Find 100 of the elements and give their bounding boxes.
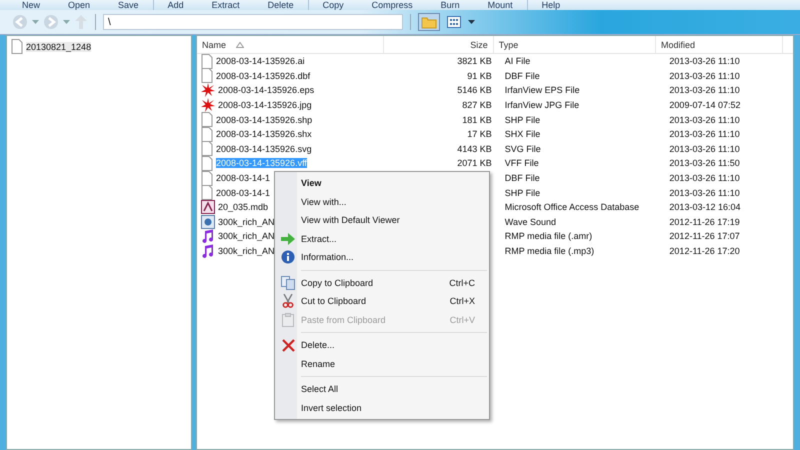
file-icon bbox=[201, 126, 213, 142]
file-type: IrfanView JPG File bbox=[504, 100, 580, 110]
file-modified: 2013-03-26 11:10 bbox=[669, 85, 740, 96]
file-type: DBF File bbox=[504, 173, 540, 184]
file-size: 17 KB bbox=[467, 129, 492, 140]
file-modified: 2013-03-26 11:10 bbox=[669, 144, 740, 154]
audio-file-icon bbox=[201, 214, 215, 229]
sort-arrow-icon bbox=[236, 42, 244, 48]
file-name[interactable]: 2008-03-14-135926.shp bbox=[216, 114, 312, 125]
file-modified: 2013-03-26 11:10 bbox=[669, 114, 740, 125]
file-name[interactable]: 2008-03-14-135926.dbf bbox=[216, 70, 310, 81]
forward-icon[interactable] bbox=[43, 14, 59, 30]
delete-icon bbox=[282, 338, 294, 352]
address-field[interactable]: \ bbox=[103, 14, 403, 30]
file-name[interactable]: 20_035.mdb bbox=[218, 202, 268, 212]
file-size: 3821 KB bbox=[457, 56, 492, 66]
folder-view-button[interactable] bbox=[418, 13, 440, 31]
menu-item[interactable]: View with Default Viewer bbox=[277, 211, 487, 230]
file-icon bbox=[201, 54, 213, 69]
file-modified: 2009-07-14 07:52 bbox=[669, 100, 740, 110]
file-size: 2071 KB bbox=[457, 158, 492, 168]
file-icon bbox=[201, 156, 213, 171]
file-icon bbox=[201, 185, 213, 200]
back-icon[interactable] bbox=[12, 14, 28, 30]
file-type: AI File bbox=[504, 56, 530, 66]
file-name[interactable]: 2008-03-14-1 bbox=[216, 188, 270, 198]
info-icon bbox=[281, 250, 295, 264]
file-name[interactable]: 2008-03-14-135926.svg bbox=[216, 144, 312, 154]
file-icon bbox=[201, 68, 213, 84]
file-type: VFF File bbox=[504, 158, 539, 168]
file-size: 181 KB bbox=[462, 114, 492, 125]
ribbon-button[interactable]: Copy bbox=[308, 0, 358, 10]
dropdown-arrow-icon[interactable] bbox=[468, 20, 475, 24]
column-header[interactable]: Name bbox=[197, 36, 384, 53]
ribbon-button[interactable]: Mount bbox=[474, 0, 527, 10]
menu-item[interactable]: Extract... bbox=[277, 230, 487, 248]
clipboard-icon bbox=[282, 312, 294, 327]
ribbon-button[interactable]: Delete bbox=[254, 0, 308, 10]
file-type: SHP File bbox=[504, 114, 540, 125]
ribbon-button[interactable]: Extract bbox=[198, 0, 254, 10]
menu-item[interactable]: View bbox=[277, 174, 487, 192]
file-name[interactable]: 2008-03-14-135926.ai bbox=[216, 56, 305, 66]
menu-item[interactable]: Cut to Clipboard Ctrl+X bbox=[277, 292, 487, 310]
ribbon-button[interactable]: Save bbox=[104, 0, 153, 10]
ribbon-button[interactable]: Compress bbox=[358, 0, 427, 10]
file-modified: 2013-03-26 11:10 bbox=[669, 129, 740, 140]
file-type: Wave Sound bbox=[504, 216, 556, 227]
file-modified: 2013-03-26 11:10 bbox=[669, 70, 740, 81]
file-type: DBF File bbox=[504, 70, 540, 81]
file-type: SHP File bbox=[504, 188, 540, 198]
ribbon-button[interactable]: Add bbox=[154, 0, 198, 10]
file-modified: 2012-11-26 17:19 bbox=[669, 216, 740, 227]
file-modified: 2012-11-26 17:07 bbox=[669, 231, 740, 242]
file-size: 91 KB bbox=[467, 70, 492, 81]
file-size: 5146 KB bbox=[457, 85, 492, 96]
file-name[interactable]: 2008-03-14-135926.jpg bbox=[218, 100, 312, 110]
file-type: RMP media file (.mp3) bbox=[504, 246, 594, 256]
file-name[interactable]: 300k_rich_AN bbox=[218, 231, 275, 242]
music-note-icon bbox=[201, 229, 215, 244]
column-header[interactable]: Type bbox=[494, 36, 656, 53]
menu-item[interactable]: Rename bbox=[277, 354, 487, 373]
file-name[interactable]: 2008-03-14-1 bbox=[216, 173, 270, 184]
file-modified: 2013-03-26 11:50 bbox=[669, 158, 740, 168]
menu-item[interactable]: Copy to Clipboard Ctrl+C bbox=[277, 274, 487, 292]
music-note-icon bbox=[201, 244, 215, 258]
file-size: 4143 KB bbox=[457, 144, 492, 154]
file-name[interactable]: 2008-03-14-135926.eps bbox=[218, 85, 314, 96]
file-icon bbox=[201, 112, 213, 128]
column-header[interactable]: Size bbox=[384, 36, 494, 53]
menu-item[interactable]: Delete... bbox=[277, 336, 487, 354]
file-icon bbox=[201, 170, 213, 186]
file-type: IrfanView EPS File bbox=[504, 85, 580, 96]
column-header[interactable]: Modified bbox=[656, 36, 783, 53]
file-type: SVG File bbox=[504, 144, 541, 154]
file-modified: 2013-03-12 16:04 bbox=[669, 202, 740, 212]
menu-item[interactable]: View with... bbox=[277, 192, 487, 211]
file-type: RMP media file (.amr) bbox=[504, 231, 592, 242]
menu-item[interactable]: Select All bbox=[277, 380, 487, 398]
menu-item[interactable]: Information... bbox=[277, 248, 487, 266]
file-icon bbox=[201, 141, 213, 156]
tree-item[interactable]: 20130821_1248 bbox=[26, 42, 92, 52]
file-type: SHX File bbox=[504, 129, 540, 140]
file-modified: 2013-03-26 11:10 bbox=[669, 173, 740, 184]
ribbon-button[interactable]: New bbox=[8, 0, 54, 10]
right-arrow-icon bbox=[281, 232, 295, 245]
ribbon-button[interactable]: Help bbox=[528, 0, 574, 10]
view-mode-button[interactable] bbox=[444, 13, 464, 31]
splat-icon bbox=[201, 83, 215, 98]
file-modified: 2013-03-26 11:10 bbox=[669, 56, 740, 66]
file-icon bbox=[11, 39, 23, 54]
ribbon-button[interactable]: Burn bbox=[426, 0, 474, 10]
file-type: Microsoft Office Access Database bbox=[504, 202, 640, 212]
copy-icon bbox=[281, 276, 295, 290]
file-modified: 2012-11-26 17:20 bbox=[669, 246, 740, 256]
file-size: 827 KB bbox=[462, 100, 492, 110]
file-name[interactable]: 300k_rich_AN bbox=[218, 216, 275, 227]
ribbon-button[interactable]: Open bbox=[54, 0, 104, 10]
file-name[interactable]: 300k_rich_AN bbox=[218, 246, 275, 256]
file-name[interactable]: 2008-03-14-135926.shx bbox=[216, 129, 312, 140]
menu-item[interactable]: Invert selection bbox=[277, 398, 487, 417]
